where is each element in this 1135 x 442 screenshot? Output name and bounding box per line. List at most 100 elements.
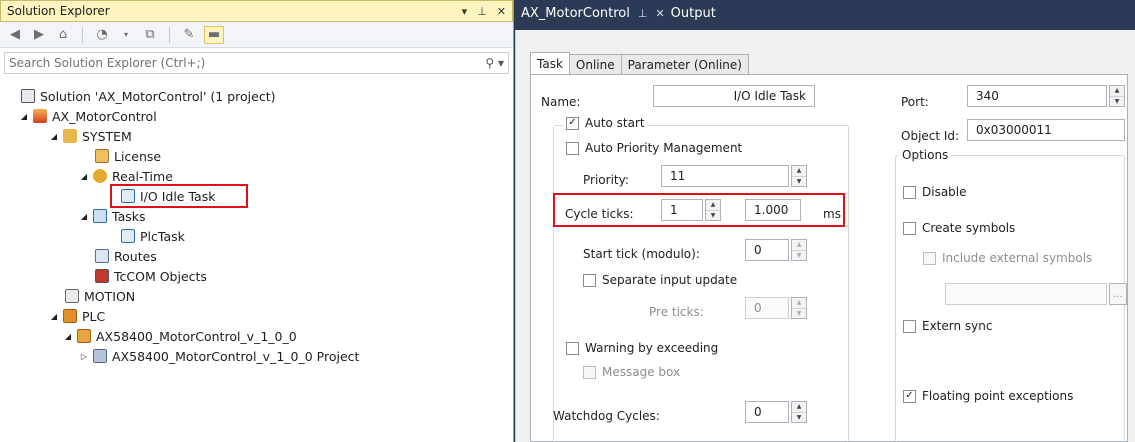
tree-item-license[interactable]: License: [92, 146, 161, 166]
watchdog-spinner[interactable]: ▲ ▼: [791, 401, 807, 423]
spin-up-icon[interactable]: ▲: [792, 166, 806, 177]
extern-sync-checkbox[interactable]: Extern sync: [903, 319, 992, 333]
tab-online[interactable]: Online: [568, 54, 622, 74]
preview-selected-items-icon[interactable]: ▬: [204, 25, 224, 44]
auto-start-checkbox[interactable]: ✓ Auto start: [563, 116, 648, 130]
tree-item-motion[interactable]: MOTION: [62, 286, 135, 306]
expanded-arrow-icon[interactable]: ◢: [78, 172, 90, 181]
tree-item-label: PlcTask: [140, 228, 185, 244]
tree-item-label: Tasks: [112, 208, 146, 224]
tree-item-plctask[interactable]: PlcTask: [118, 226, 185, 246]
auto-start-label: Auto start: [585, 116, 645, 130]
system-icon: [62, 128, 78, 144]
spin-down-icon[interactable]: ▼: [1110, 97, 1124, 107]
tab-task[interactable]: Task: [530, 52, 570, 74]
tab-output[interactable]: Output: [671, 6, 716, 21]
tree-item-real-time[interactable]: ◢ Real-Time: [78, 166, 173, 186]
disable-checkbox[interactable]: Disable: [903, 185, 967, 199]
expanded-arrow-icon[interactable]: ◢: [48, 312, 60, 321]
tab-parameter-online[interactable]: Parameter (Online): [620, 54, 749, 74]
priority-spinner[interactable]: ▲ ▼: [791, 165, 807, 187]
tree-item-tasks[interactable]: ◢ Tasks: [78, 206, 146, 226]
collapse-all-icon[interactable]: ⧉: [141, 26, 159, 44]
port-label: Port:: [901, 95, 929, 109]
expanded-arrow-icon[interactable]: ◢: [48, 132, 60, 141]
pre-ticks-spinner[interactable]: ▲ ▼: [791, 297, 807, 319]
extern-sync-label: Extern sync: [922, 319, 993, 333]
object-id-field[interactable]: 0x03000011: [967, 119, 1125, 141]
tree-item-label: SYSTEM: [82, 128, 132, 144]
search-icon[interactable]: ⚲ ▾: [485, 56, 504, 70]
tree-item-routes[interactable]: Routes: [92, 246, 157, 266]
expanded-arrow-icon[interactable]: ◢: [62, 332, 74, 341]
start-tick-label: Start tick (modulo):: [583, 247, 700, 261]
task-settings-panel: Name: I/O Idle Task ✓ Auto start Auto Pr…: [530, 74, 1128, 442]
spin-down-icon[interactable]: ▼: [792, 309, 806, 319]
checkbox-box: [566, 141, 579, 155]
tree-item-plc-project[interactable]: ◢ AX58400_MotorControl_v_1_0_0: [62, 326, 297, 346]
spin-up-icon[interactable]: ▲: [792, 240, 806, 251]
start-tick-field[interactable]: 0: [745, 239, 789, 261]
floating-point-exceptions-checkbox[interactable]: ✓ Floating point exceptions: [903, 389, 1073, 403]
priority-label: Priority:: [583, 173, 629, 187]
symbol-path-field[interactable]: [945, 283, 1107, 305]
close-icon[interactable]: ✕: [497, 5, 506, 18]
pin-tab-icon[interactable]: ⊥: [638, 7, 648, 20]
spin-up-icon[interactable]: ▲: [792, 298, 806, 309]
start-tick-spinner[interactable]: ▲ ▼: [791, 239, 807, 261]
browse-ellipsis-button[interactable]: ...: [1109, 283, 1127, 305]
message-box-checkbox[interactable]: Message box: [583, 365, 680, 379]
tree-item-plc-project-instance[interactable]: ▷ AX58400_MotorControl_v_1_0_0 Project: [78, 346, 360, 366]
tree-item-label: Real-Time: [112, 168, 173, 184]
tree-item-system[interactable]: ◢ SYSTEM: [48, 126, 132, 146]
separate-input-update-checkbox[interactable]: Separate input update: [583, 273, 737, 287]
warning-by-exceeding-checkbox[interactable]: Warning by exceeding: [566, 341, 718, 355]
tccom-icon: [94, 268, 110, 284]
tree-item-plc[interactable]: ◢ PLC: [48, 306, 105, 326]
checkmark-icon: ✓: [566, 116, 579, 130]
auto-priority-management-checkbox[interactable]: Auto Priority Management: [566, 141, 742, 155]
pre-ticks-field[interactable]: 0: [745, 297, 789, 319]
tree-item-solution[interactable]: Solution 'AX_MotorControl' (1 project): [18, 86, 275, 106]
name-field[interactable]: I/O Idle Task: [653, 85, 815, 107]
home-icon[interactable]: ⌂: [54, 26, 72, 44]
spin-down-icon[interactable]: ▼: [792, 413, 806, 423]
forward-icon[interactable]: ▶: [30, 26, 48, 44]
expanded-arrow-icon[interactable]: ◢: [78, 212, 90, 221]
spin-up-icon[interactable]: ▲: [1110, 86, 1124, 97]
spin-down-icon[interactable]: ▼: [792, 251, 806, 261]
window-position-dropdown-icon[interactable]: ▾: [462, 5, 468, 18]
warning-exceeding-label: Warning by exceeding: [585, 341, 719, 355]
tree-item-label: AX58400_MotorControl_v_1_0_0: [96, 328, 297, 344]
collapsed-arrow-icon[interactable]: ▷: [78, 352, 90, 361]
search-solution-explorer-input[interactable]: Search Solution Explorer (Ctrl+;) ⚲ ▾: [4, 52, 509, 74]
pending-changes-filter-icon[interactable]: ◔: [93, 26, 111, 44]
spin-down-icon[interactable]: ▼: [792, 177, 806, 187]
plc-project-icon: [92, 348, 108, 364]
realtime-icon: [92, 168, 108, 184]
checkbox-box: [583, 365, 596, 379]
port-spinner[interactable]: ▲ ▼: [1109, 85, 1125, 107]
include-external-symbols-checkbox[interactable]: Include external symbols: [923, 251, 1092, 265]
name-label: Name:: [541, 95, 581, 109]
port-field[interactable]: 340: [967, 85, 1107, 107]
solution-explorer-toolbar: ◀ ▶ ⌂ ◔ ▾ ⧉ ✎ ▬: [0, 22, 513, 48]
dropdown-icon[interactable]: ▾: [117, 26, 135, 44]
expanded-arrow-icon[interactable]: ◢: [18, 112, 30, 121]
close-tab-icon[interactable]: ✕: [655, 7, 664, 20]
watchdog-cycles-label: Watchdog Cycles:: [553, 409, 660, 423]
tree-item-project[interactable]: ◢ AX_MotorControl: [18, 106, 157, 126]
watchdog-cycles-field[interactable]: 0: [745, 401, 789, 423]
object-id-label: Object Id:: [901, 129, 960, 143]
checkbox-box: [903, 185, 916, 199]
back-icon[interactable]: ◀: [6, 26, 24, 44]
priority-field[interactable]: 11: [661, 165, 789, 187]
auto-hide-pin-icon[interactable]: ⊥: [477, 5, 487, 18]
create-symbols-checkbox[interactable]: Create symbols: [903, 221, 1015, 235]
include-external-label: Include external symbols: [942, 251, 1093, 265]
solution-explorer-title: Solution Explorer: [7, 4, 110, 18]
tab-ax-motorcontrol[interactable]: AX_MotorControl ⊥ ✕: [521, 6, 665, 21]
tree-item-tccom-objects[interactable]: TcCOM Objects: [92, 266, 207, 286]
properties-wrench-icon[interactable]: ✎: [180, 26, 198, 44]
spin-up-icon[interactable]: ▲: [792, 402, 806, 413]
